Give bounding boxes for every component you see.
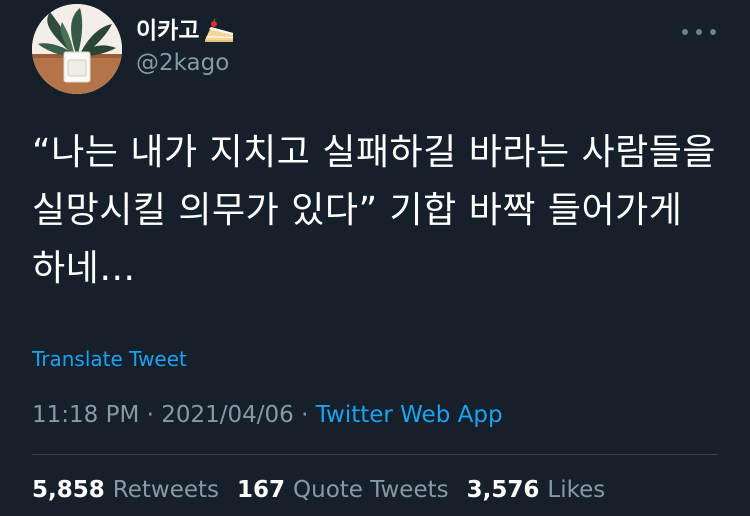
quote-tweets-stat[interactable]: 167 Quote Tweets — [237, 474, 449, 506]
tweet-time[interactable]: 11:18 PM — [32, 402, 139, 428]
retweets-label: Retweets — [112, 477, 219, 503]
tweet-meta: 11:18 PM · 2021/04/06 · Twitter Web App — [32, 398, 503, 432]
retweets-stat[interactable]: 5,858 Retweets — [32, 474, 219, 506]
quote-tweets-count: 167 — [237, 477, 286, 503]
more-options-icon[interactable] — [682, 22, 716, 42]
divider — [32, 454, 718, 455]
potted-plant-avatar — [32, 4, 122, 94]
cake-icon — [203, 18, 235, 44]
tweet-detail: 이카고 @2kago “나는 내가 지치고 실패하길 바라는 사람들을 실망시킬… — [0, 0, 750, 516]
meta-separator: · — [301, 402, 316, 428]
likes-count: 3,576 — [466, 477, 540, 503]
tweet-source-link[interactable]: Twitter Web App — [316, 402, 503, 428]
retweets-count: 5,858 — [32, 477, 105, 503]
tweet-stats: 5,858 Retweets 167 Quote Tweets 3,576 Likes — [32, 474, 623, 506]
display-name[interactable]: 이카고 — [136, 16, 199, 46]
translate-tweet-link[interactable]: Translate Tweet — [32, 344, 187, 374]
likes-stat[interactable]: 3,576 Likes — [467, 474, 606, 506]
quote-tweets-label: Quote Tweets — [293, 477, 449, 503]
meta-separator: · — [146, 402, 162, 428]
tweet-text: “나는 내가 지치고 실패하길 바라는 사람들을 실망시킬 의무가 있다” 기합… — [32, 132, 717, 289]
avatar[interactable] — [32, 4, 122, 94]
author-name-row[interactable]: 이카고 — [136, 16, 235, 46]
likes-label: Likes — [547, 477, 606, 503]
author-handle[interactable]: @2kago — [136, 48, 229, 78]
tweet-date[interactable]: 2021/04/06 — [161, 402, 294, 428]
